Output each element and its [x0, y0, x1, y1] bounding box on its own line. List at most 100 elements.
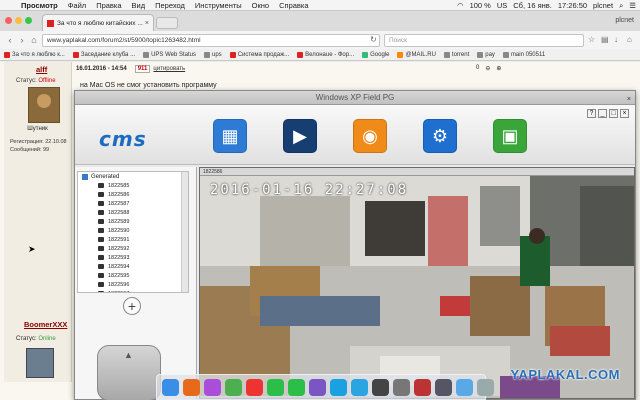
tree-scrollbar[interactable] — [181, 172, 188, 292]
menu-edit[interactable]: Правка — [96, 1, 121, 10]
help-icon[interactable]: ? — [587, 109, 596, 118]
tree-item[interactable]: 1822595 — [78, 271, 188, 280]
alarm-icon[interactable]: ◉ — [353, 119, 387, 153]
tree-item[interactable]: 1822593 — [78, 253, 188, 262]
tree-item[interactable]: 1822592 — [78, 244, 188, 253]
viber-icon[interactable] — [309, 378, 326, 396]
activity-icon[interactable] — [372, 378, 389, 396]
tree-item[interactable]: 1822586 — [78, 190, 188, 199]
menubar-time[interactable]: 17:26:50 — [558, 1, 587, 10]
menubar-user[interactable]: plcnet — [593, 1, 613, 10]
bookmark-item[interactable]: За что я люблю к... — [4, 51, 65, 58]
plus-icon[interactable]: ⊕ — [496, 65, 501, 72]
bookmark-item[interactable]: Google — [362, 51, 389, 58]
new-tab-button[interactable] — [156, 17, 178, 29]
tree-item[interactable]: 1822587 — [78, 199, 188, 208]
bookmark-item[interactable]: pay — [477, 51, 495, 58]
app-icon[interactable] — [414, 378, 431, 396]
lock-icon[interactable]: ▣ — [493, 119, 527, 153]
settings-icon[interactable]: ⚙ — [423, 119, 457, 153]
config-icon[interactable]: ▦ — [213, 119, 247, 153]
skype-icon[interactable] — [330, 378, 347, 396]
ptz-control[interactable] — [97, 345, 161, 400]
close-window-button[interactable] — [5, 17, 12, 24]
reader-icon[interactable]: ▤ — [601, 35, 611, 45]
tree-item[interactable]: 1822594 — [78, 262, 188, 271]
menu-go[interactable]: Переход — [155, 1, 185, 10]
maps-icon[interactable] — [225, 378, 242, 396]
calendar-icon[interactable] — [246, 378, 263, 396]
menu-app[interactable]: Просмотр — [21, 1, 58, 10]
profile-name[interactable]: plcnet — [615, 17, 634, 24]
bookmark-item[interactable]: main 050511 — [502, 51, 545, 58]
zoom-window-button[interactable] — [25, 17, 32, 24]
video-timestamp: 2016-01-16 22:27:08 — [210, 182, 409, 198]
input-source[interactable]: US — [497, 1, 507, 10]
menu-file[interactable]: Файл — [68, 1, 86, 10]
close-tab-icon[interactable]: × — [145, 20, 149, 27]
telegram-icon[interactable] — [351, 378, 368, 396]
tree-item[interactable]: 1822597 — [78, 289, 188, 292]
dock — [156, 374, 494, 400]
back-icon[interactable]: ‹ — [4, 35, 16, 45]
tree-item[interactable]: 1822585 — [78, 181, 188, 190]
post-number[interactable]: 911 — [134, 65, 151, 73]
quote-link[interactable]: цитировать — [153, 66, 185, 72]
bookmark-item[interactable]: ups — [204, 51, 222, 58]
add-device-button[interactable]: + — [123, 297, 141, 315]
firefox-icon[interactable] — [183, 378, 200, 396]
bookmark-icon — [229, 51, 236, 58]
close-icon[interactable]: × — [620, 109, 629, 118]
minus-icon[interactable]: ⊖ — [485, 65, 490, 72]
menu-view[interactable]: Вид — [132, 1, 146, 10]
trash-icon[interactable] — [477, 378, 494, 396]
tree-item-label: 1822590 — [108, 227, 130, 234]
bookmark-item[interactable]: Системa продаж... — [229, 51, 289, 58]
tree-item[interactable]: 1822596 — [78, 280, 188, 289]
home-icon[interactable]: ⌂ — [28, 35, 40, 45]
wifi-icon[interactable]: ◠ — [457, 1, 464, 10]
bookmark-item[interactable]: Велонаuе - Фор... — [297, 51, 354, 58]
app2-icon[interactable] — [435, 378, 452, 396]
download-icon[interactable]: ↓ — [614, 35, 624, 45]
menu-window[interactable]: Окно — [252, 1, 269, 10]
mail-icon[interactable] — [288, 378, 305, 396]
finder-icon[interactable] — [162, 378, 179, 396]
battery-level[interactable]: 100 % — [470, 1, 491, 10]
home-toolbar-icon[interactable]: ⌂ — [627, 35, 637, 45]
playback-icon[interactable]: ▶ — [283, 119, 317, 153]
url-field[interactable]: www.yaplakal.com/forum2/st/5900/topic126… — [42, 34, 380, 47]
photos-icon[interactable] — [204, 378, 221, 396]
video-view[interactable]: 1822586 2016-01-16 22:27:08 YAPLAKAL.COM — [199, 167, 635, 399]
bookmark-item[interactable]: Заседание клуба ... — [72, 51, 135, 58]
menu-tools[interactable]: Инструменты — [195, 1, 242, 10]
forward-icon[interactable]: › — [16, 35, 28, 45]
search-input[interactable]: Поиск — [384, 34, 584, 47]
username-link-2[interactable]: BoomerXXX — [24, 320, 67, 329]
messages-icon[interactable] — [267, 378, 284, 396]
bookmark-item[interactable]: torrent — [443, 51, 469, 58]
menubar-date[interactable]: Сб, 16 янв. — [513, 1, 552, 10]
reload-icon[interactable]: ↻ — [370, 35, 377, 44]
browser-tab[interactable]: За что я люблю китайских ... × — [42, 14, 154, 31]
tree-item[interactable]: 1822591 — [78, 235, 188, 244]
star-icon[interactable]: ☆ — [588, 35, 598, 45]
minimize-window-button[interactable] — [15, 17, 22, 24]
camera-feed — [200, 176, 634, 398]
system-icon[interactable] — [393, 378, 410, 396]
notification-icon[interactable]: ☰ — [629, 1, 636, 10]
tree-item[interactable]: 1822589 — [78, 217, 188, 226]
minimize-icon[interactable]: _ — [598, 109, 607, 118]
avatar-2[interactable] — [26, 348, 54, 378]
avatar[interactable] — [28, 87, 60, 123]
bookmark-item[interactable]: UPS Web Status — [143, 51, 196, 58]
bookmark-item[interactable]: @MAIL.RU — [397, 51, 436, 58]
tree-item[interactable]: 1822590 — [78, 226, 188, 235]
menu-help[interactable]: Справка — [279, 1, 308, 10]
username-link[interactable]: alff — [36, 65, 71, 74]
restore-icon[interactable]: □ — [609, 109, 618, 118]
search-icon[interactable]: ⌕ — [619, 1, 623, 11]
tree-item[interactable]: 1822588 — [78, 208, 188, 217]
tree-root[interactable]: Generated — [78, 172, 188, 181]
folder-icon[interactable] — [456, 378, 473, 396]
